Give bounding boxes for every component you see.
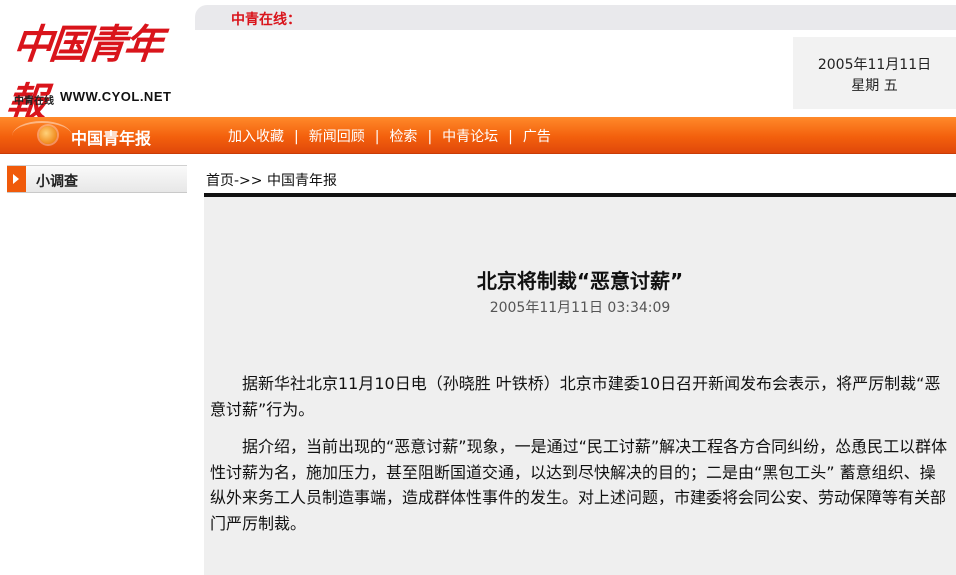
sidebar-survey-header[interactable]: 小调查	[7, 165, 187, 193]
nav-link-search[interactable]: 检索	[389, 129, 417, 145]
date-box: 2005年11月11日 星期 五	[793, 37, 956, 109]
nav-brand-label: 中国青年报	[71, 129, 152, 148]
nav-link-forum[interactable]: 中青论坛	[442, 129, 498, 145]
sun-emblem-icon	[39, 126, 57, 144]
current-weekday: 星期 五	[851, 78, 898, 94]
top-bar: 中青在线：	[195, 5, 956, 30]
nav-separator: |	[508, 129, 513, 145]
breadcrumb: 首页->> 中国青年报	[206, 170, 337, 190]
nav-brand-area[interactable]: 中国青年报	[7, 117, 187, 153]
article-title: 北京将制裁“恶意讨薪”	[476, 269, 684, 293]
logo-url: WWW.CYOL.NET	[60, 89, 172, 104]
nav-link-ads[interactable]: 广告	[523, 129, 551, 145]
nav-separator: |	[374, 129, 380, 145]
logo-calligraphy: 中国青年報	[4, 21, 164, 126]
arrow-right-icon	[7, 166, 26, 192]
nav-link-bookmark[interactable]: 加入收藏	[228, 129, 284, 145]
nav-link-news-review[interactable]: 新闻回顾	[309, 129, 365, 145]
logo-subtitle: 中青在线	[14, 96, 54, 107]
current-date: 2005年11月11日	[817, 57, 932, 73]
article-timestamp: 2005年11月11日 03:34:09	[489, 300, 671, 316]
topbar-label: 中青在线：	[231, 12, 301, 28]
article-paragraph: 据新华社北京11月10日电（孙晓胜 叶铁桥）北京市建委10日召开新闻发布会表示，…	[210, 374, 941, 419]
article-body: 据新华社北京11月10日电（孙晓胜 叶铁桥）北京市建委10日召开新闻发布会表示，…	[210, 371, 948, 548]
site-logo[interactable]: 中国青年報 中青在线 WWW.CYOL.NET	[4, 10, 188, 126]
nav-separator: |	[427, 129, 433, 145]
breadcrumb-current-link[interactable]: 中国青年报	[267, 173, 337, 189]
main-nav-bar: 中国青年报 加入收藏 | 新闻回顾 | 检索 | 中青论坛 | 广告	[0, 117, 956, 154]
breadcrumb-home-link[interactable]: 首页->>	[206, 173, 263, 189]
nav-links: 加入收藏 | 新闻回顾 | 检索 | 中青论坛 | 广告	[228, 126, 551, 146]
article-panel: 北京将制裁“恶意讨薪” 2005年11月11日 03:34:09 据新华社北京1…	[204, 197, 956, 575]
sidebar-survey-title: 小调查	[36, 174, 78, 190]
article-paragraph: 据介绍，当前出现的“恶意讨薪”现象，一是通过“民工讨薪”解决工程各方合同纠纷，怂…	[210, 437, 948, 533]
nav-separator: |	[294, 129, 299, 145]
